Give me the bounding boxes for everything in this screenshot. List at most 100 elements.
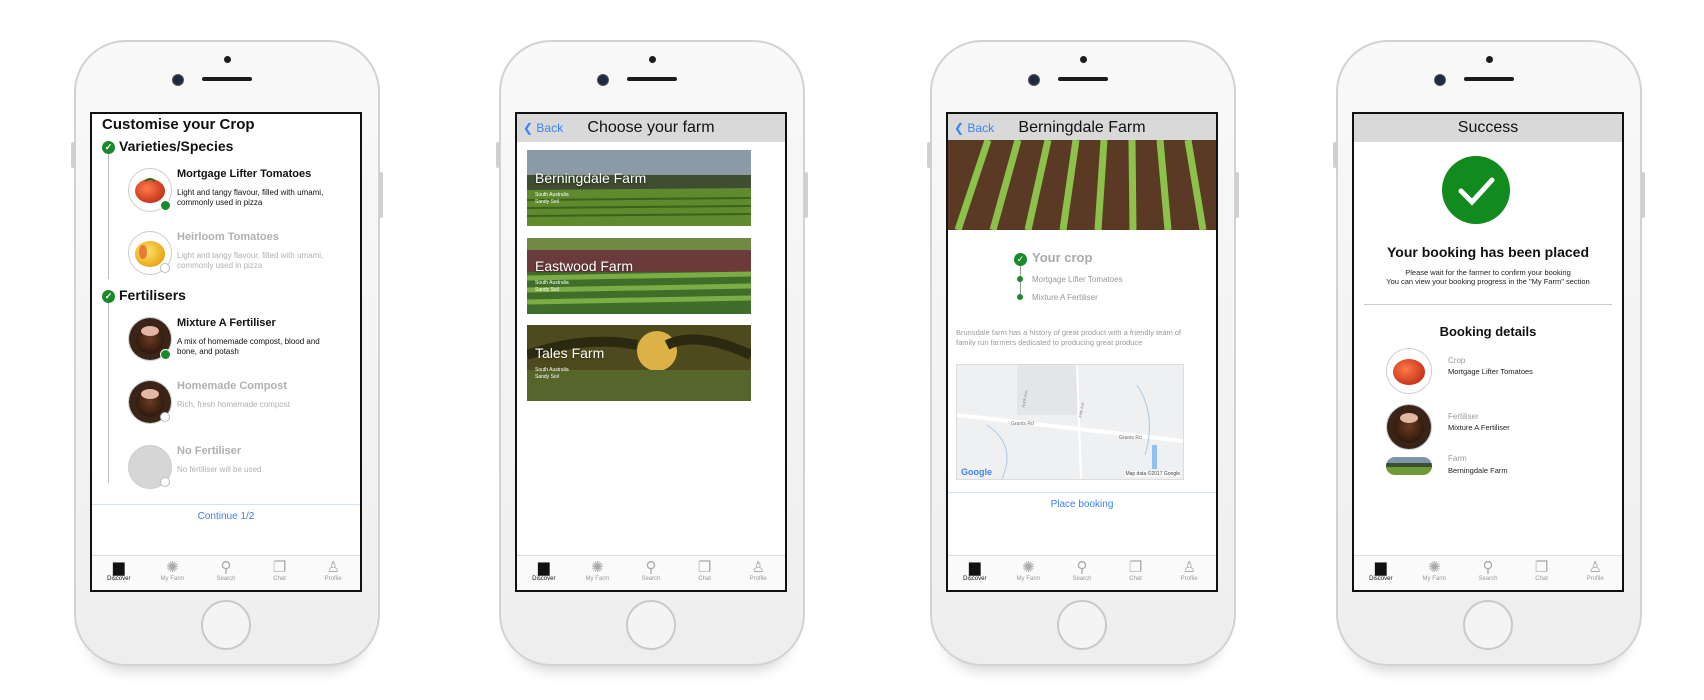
- tab-discover[interactable]: ▆ Discover: [92, 556, 146, 590]
- navbar: ❮ Back Choose your farm: [517, 114, 785, 142]
- tab-profile[interactable]: ♙ Profile: [1568, 556, 1622, 590]
- farm-photo: [527, 325, 751, 401]
- page-title: Success: [1457, 119, 1519, 136]
- home-button[interactable]: [1057, 600, 1107, 650]
- tab-search[interactable]: ⚲ Search: [199, 556, 253, 590]
- tab-bar: ▆ Discover ✺ My Farm ⚲ Search ❐ Chat ♙ Profil…: [517, 555, 785, 590]
- booking-details-title: Booking details: [1439, 324, 1537, 339]
- home-button[interactable]: [626, 600, 676, 650]
- tab-chat[interactable]: ❐ Chat: [253, 556, 307, 590]
- success-check-icon: [1442, 156, 1510, 224]
- search-icon: ⚲: [220, 559, 232, 576]
- item-desc: Light and tangy flavour, filled with uma…: [177, 188, 324, 207]
- tab-my-farm[interactable]: ✺ My Farm: [1408, 556, 1462, 590]
- place-booking-button[interactable]: Place booking: [948, 492, 1216, 510]
- tab-discover[interactable]: ▆ Discover: [948, 556, 1002, 590]
- farm-map[interactable]: Grants Rd Grants Rd North Ave Fifth Ave …: [956, 364, 1184, 480]
- farm-card[interactable]: Berningdale Farm South Australia Sandy So…: [527, 150, 751, 226]
- home-button[interactable]: [201, 600, 251, 650]
- search-icon: ⚲: [645, 559, 657, 576]
- tab-discover[interactable]: ▆ Discover: [517, 556, 571, 590]
- back-button[interactable]: ❮ Back: [954, 114, 994, 142]
- camera: [597, 74, 609, 86]
- chat-icon: ❐: [697, 559, 712, 576]
- tab-my-farm[interactable]: ✺ My Farm: [1002, 556, 1056, 590]
- farm-card[interactable]: Eastwood Farm South Australia Sandy Soil: [527, 238, 751, 314]
- camera: [1028, 74, 1040, 86]
- detail-value: Berningdale Farm: [1448, 466, 1508, 475]
- divider: [1364, 304, 1612, 305]
- divider: [108, 303, 109, 483]
- tab-my-farm[interactable]: ✺ My Farm: [146, 556, 200, 590]
- tab-profile[interactable]: ♙ Profile: [306, 556, 360, 590]
- chevron-left-icon: ❮: [523, 121, 534, 135]
- crop-item: Mixture A Fertiliser: [1032, 293, 1098, 302]
- tab-chat[interactable]: ❐ Chat: [678, 556, 732, 590]
- person-icon: ♙: [1182, 559, 1196, 576]
- map-road-label: Grants Rd: [1011, 421, 1034, 427]
- page-title: Customise your Crop: [102, 116, 255, 133]
- continue-button[interactable]: Continue 1/2: [92, 504, 360, 522]
- book-icon: ▆: [113, 559, 125, 576]
- detail-value: Mortgage Lifter Tomatoes: [1448, 367, 1533, 376]
- selected-icon: [160, 349, 171, 360]
- tab-search[interactable]: ⚲ Search: [624, 556, 678, 590]
- tab-chat[interactable]: ❐ Chat: [1515, 556, 1569, 590]
- sun-icon: ✺: [1022, 559, 1035, 576]
- item-desc: Rich, fresh homemade compost: [177, 400, 290, 409]
- farm-card[interactable]: Tales Farm South Australia Sandy Soil: [527, 325, 751, 401]
- farm-name: Eastwood Farm: [535, 258, 634, 274]
- detail-label: Farm: [1448, 454, 1467, 463]
- sun-icon: ✺: [591, 559, 604, 576]
- unselected-icon: [160, 412, 170, 422]
- unselected-icon: [160, 263, 170, 273]
- book-icon: ▆: [1375, 559, 1387, 576]
- farm-photo: [527, 238, 751, 314]
- farm-meta: South Australia Sandy Soil: [535, 192, 569, 205]
- tab-chat[interactable]: ❐ Chat: [1109, 556, 1163, 590]
- tab-bar: ▆ Discover ✺ My Farm ⚲ Search ❐ Chat ♙ Profil…: [92, 555, 360, 590]
- sensor: [1486, 56, 1493, 63]
- crop-check-icon: ✓: [1014, 250, 1031, 268]
- speaker: [1058, 77, 1108, 81]
- tab-my-farm[interactable]: ✺ My Farm: [571, 556, 625, 590]
- unselected-icon: [160, 477, 170, 487]
- chat-icon: ❐: [1128, 559, 1143, 576]
- phone-customise: Customise your Crop ✓ Varieties/Species M…: [71, 40, 383, 666]
- tab-search[interactable]: ⚲ Search: [1461, 556, 1515, 590]
- tab-discover[interactable]: ▆ Discover: [1354, 556, 1408, 590]
- tab-bar: ▆ Discover ✺ My Farm ⚲ Search ❐ Chat ♙ Profil…: [1354, 555, 1622, 590]
- detail-value: Mixture A Fertiliser: [1448, 423, 1510, 432]
- item-title: Homemade Compost: [177, 380, 288, 392]
- book-icon: ▆: [969, 559, 981, 576]
- back-button[interactable]: ❮ Back: [523, 114, 563, 142]
- sun-icon: ✺: [1428, 559, 1441, 576]
- chevron-left-icon: ❮: [954, 121, 965, 135]
- detail-label: Fertiliser: [1448, 412, 1479, 421]
- farm-meta: South Australia Sandy Soil: [535, 367, 569, 380]
- speaker: [627, 77, 677, 81]
- sun-icon: ✺: [166, 559, 179, 576]
- farm-name: Berningdale Farm: [535, 170, 647, 186]
- item-title: Heirloom Tomatoes: [177, 231, 279, 243]
- home-button[interactable]: [1463, 600, 1513, 650]
- success-headline: Your booking has been placed: [1387, 244, 1589, 260]
- sensor: [224, 56, 231, 63]
- tab-profile[interactable]: ♙ Profile: [1162, 556, 1216, 590]
- person-icon: ♙: [751, 559, 765, 576]
- search-icon: ⚲: [1482, 559, 1494, 576]
- map-road-label: Grants Rd: [1119, 435, 1142, 441]
- page-title: Choose your farm: [587, 119, 715, 136]
- tab-profile[interactable]: ♙ Profile: [731, 556, 785, 590]
- farm-meta: South Australia Sandy Soil: [535, 280, 569, 293]
- crop-heading: Your crop: [1032, 250, 1093, 265]
- phone-farm-detail: ❮ Back Berningdale Farm ✓ Your crop Mort…: [927, 40, 1239, 666]
- sensor: [649, 56, 656, 63]
- success-screen: Success Your booking has been placed Ple…: [1352, 112, 1624, 592]
- timeline-dot: [1017, 294, 1023, 300]
- item-desc: Light and tangy flavour, filled with uma…: [177, 251, 324, 270]
- item-title: No Fertiliser: [177, 445, 242, 457]
- search-icon: ⚲: [1076, 559, 1088, 576]
- tab-search[interactable]: ⚲ Search: [1055, 556, 1109, 590]
- speaker: [1464, 77, 1514, 81]
